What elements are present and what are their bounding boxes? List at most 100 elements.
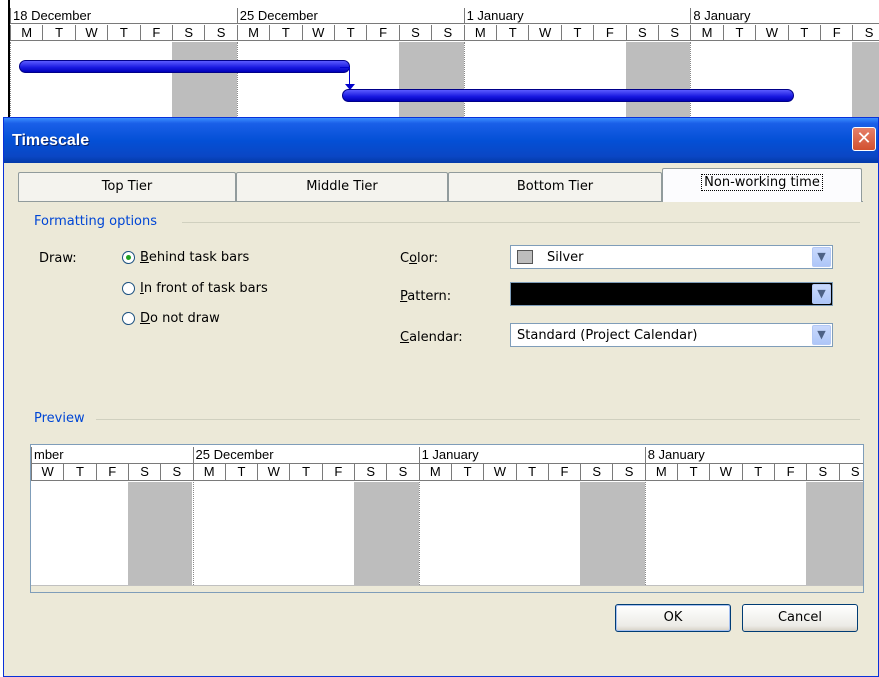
preview-week-divider xyxy=(644,482,646,585)
chevron-down-icon[interactable]: ▼ xyxy=(812,284,831,304)
preview-scroll-strip xyxy=(31,585,863,592)
day-label: M xyxy=(690,25,722,41)
preview-week-divider xyxy=(192,482,194,585)
task-bar-2[interactable] xyxy=(342,89,794,102)
tab-label: Top Tier xyxy=(101,179,153,194)
week-divider xyxy=(236,42,238,122)
day-label: W xyxy=(301,25,334,41)
preview-day-label: W xyxy=(709,464,741,481)
calendar-label: Calendar: xyxy=(400,330,463,345)
preview-day-label: S xyxy=(386,464,418,481)
radio-label-do-not-draw[interactable]: Do not draw xyxy=(140,311,220,326)
calendar-value: Standard (Project Calendar) xyxy=(517,328,698,343)
week-label: 25 December xyxy=(236,8,464,24)
preview-day-label: S xyxy=(354,464,386,481)
timescale-weeks-row: 18 December 25 December 1 January 8 January xyxy=(10,8,879,24)
day-label: T xyxy=(269,25,301,41)
cancel-button[interactable]: Cancel xyxy=(742,604,858,632)
pattern-label: Pattern: xyxy=(400,289,452,304)
preview-day-label: F xyxy=(321,464,354,481)
day-label: S xyxy=(172,25,204,41)
preview-nonworking-shade xyxy=(806,482,863,585)
preview-day-label: S xyxy=(806,464,838,481)
color-value: Silver xyxy=(547,250,584,265)
preview-week-label: 8 January xyxy=(644,447,863,464)
preview-day-label: F xyxy=(547,464,580,481)
week-label: 1 January xyxy=(463,8,691,24)
preview-day-label: T xyxy=(289,464,321,481)
preview-day-label: T xyxy=(741,464,774,481)
preview-day-label: T xyxy=(63,464,95,481)
tab-label: Non-working time xyxy=(701,174,823,191)
radio-label-behind[interactable]: Behind task bars xyxy=(140,250,249,265)
ok-button[interactable]: OK xyxy=(615,604,731,632)
color-label: Color: xyxy=(400,251,439,266)
tab-label: Bottom Tier xyxy=(516,179,594,194)
tab-middle-tier[interactable]: Middle Tier xyxy=(236,172,448,201)
day-label: M xyxy=(463,25,496,41)
day-label: S xyxy=(204,25,236,41)
draw-label: Draw: xyxy=(39,251,77,266)
preview-day-label: F xyxy=(95,464,128,481)
tab-non-working-time[interactable]: Non-working time xyxy=(662,168,862,202)
nonworking-shade xyxy=(172,42,237,122)
dialog-title: Timescale xyxy=(12,132,90,149)
radio-label-do-not-draw-rest: o not draw xyxy=(150,311,220,326)
radio-in-front-of-task-bars[interactable] xyxy=(122,282,135,295)
nonworking-shade xyxy=(398,42,464,122)
radio-do-not-draw[interactable] xyxy=(122,312,135,325)
week-divider xyxy=(463,42,465,122)
preview-day-label: S xyxy=(127,464,160,481)
close-icon[interactable]: ✕ xyxy=(852,127,876,151)
radio-label-behind-rest: ehind task bars xyxy=(148,250,250,265)
nonworking-shade xyxy=(625,42,691,122)
calendar-select[interactable]: Standard (Project Calendar) ▼ xyxy=(510,323,833,347)
preview-day-label: S xyxy=(160,464,192,481)
day-label: T xyxy=(560,25,593,41)
title-bar[interactable]: Timescale ✕ xyxy=(4,118,878,163)
preview-day-label: T xyxy=(224,464,257,481)
chevron-down-icon[interactable]: ▼ xyxy=(812,325,831,345)
preview-day-label: W xyxy=(257,464,289,481)
day-label: M xyxy=(10,25,42,41)
group-divider xyxy=(182,222,860,223)
day-label: S xyxy=(625,25,658,41)
tab-strip: Top Tier Middle Tier Bottom Tier Non-wor… xyxy=(18,168,862,202)
chevron-down-icon[interactable]: ▼ xyxy=(812,247,831,267)
preview-day-label: F xyxy=(773,464,806,481)
preview-day-label: W xyxy=(31,464,63,481)
day-label: S xyxy=(431,25,463,41)
preview-week-label: 1 January xyxy=(418,447,645,464)
day-label: T xyxy=(334,25,366,41)
tab-top-tier[interactable]: Top Tier xyxy=(18,172,236,201)
preview-nonworking-shade xyxy=(127,482,193,585)
preview-week-label: mber xyxy=(31,447,193,464)
task-bar-1[interactable] xyxy=(19,60,350,73)
radio-label-in-front-rest: n front of task bars xyxy=(143,281,268,296)
tab-label: Middle Tier xyxy=(306,179,378,194)
preview-week-divider xyxy=(418,482,420,585)
preview-weeks-row: mber 25 December 1 January 8 January xyxy=(31,447,863,464)
timescale-days-row: MTWTFSSMTWTFSSMTWTFSSMTWTFS xyxy=(10,25,879,41)
day-label: W xyxy=(74,25,107,41)
week-label: 8 January xyxy=(690,8,879,24)
day-label: T xyxy=(107,25,139,41)
color-select[interactable]: Silver ▼ xyxy=(510,245,833,269)
preview-day-label: S xyxy=(612,464,644,481)
radio-behind-task-bars[interactable] xyxy=(122,251,135,264)
preview-week-label: 25 December xyxy=(192,447,419,464)
radio-label-in-front[interactable]: In front of task bars xyxy=(140,281,268,296)
day-label: W xyxy=(755,25,787,41)
preview-day-label: T xyxy=(677,464,709,481)
pattern-select[interactable]: ▼ xyxy=(510,282,833,306)
preview-day-label: S xyxy=(580,464,612,481)
gantt-chart-area xyxy=(10,42,879,122)
preview-day-label: M xyxy=(192,464,225,481)
week-divider xyxy=(10,42,11,122)
group-divider xyxy=(96,419,860,420)
color-swatch xyxy=(517,250,533,264)
preview-day-label: M xyxy=(418,464,451,481)
preview-nonworking-shade xyxy=(354,482,419,585)
preview-day-label: M xyxy=(644,464,677,481)
tab-bottom-tier[interactable]: Bottom Tier xyxy=(448,172,662,201)
